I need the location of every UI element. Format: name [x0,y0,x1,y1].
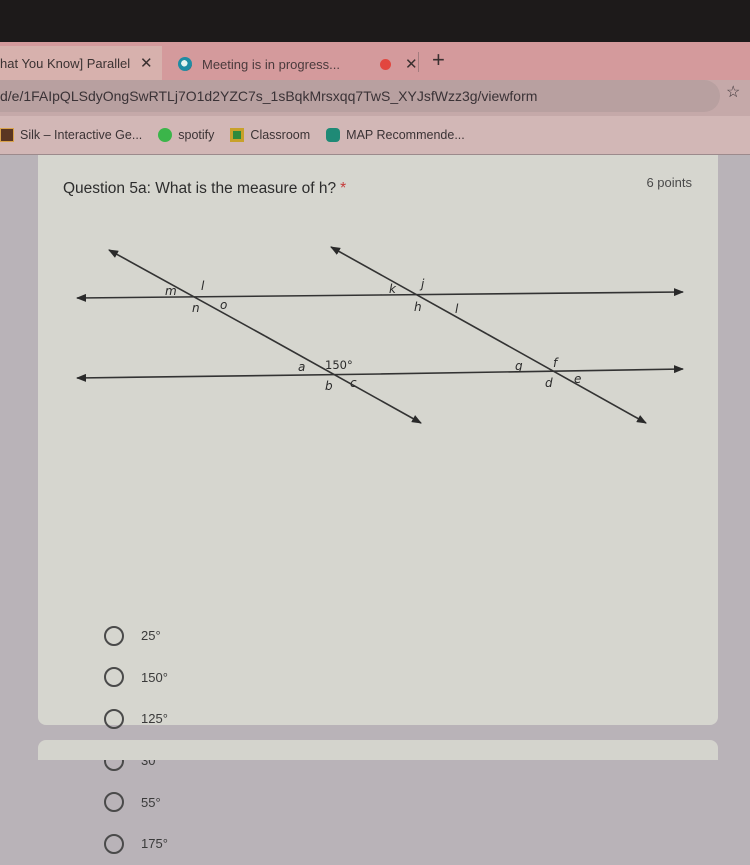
option-label: 25° [141,628,161,644]
bookmark-label: Silk – Interactive Ge... [20,128,143,142]
option-125[interactable]: 125° [104,698,168,740]
bookmark-label: MAP Recommende... [346,128,465,142]
option-label: 175° [141,836,168,852]
option-label: 125° [141,711,168,727]
next-question-card [38,740,718,760]
required-marker: * [340,180,347,197]
option-25[interactable]: 25° [104,615,168,657]
points-label: 6 points [646,175,692,190]
tab-label: Meeting is in progress... [202,56,341,72]
new-tab-button[interactable]: + [432,47,445,73]
spotify-icon [158,128,173,142]
silk-icon [0,128,14,142]
bookmarks-bar: Silk – Interactive Ge... spotify Classro… [0,116,750,155]
bookmark-spotify[interactable]: spotify [158,128,214,142]
close-icon[interactable]: ✕ [405,55,418,73]
option-175[interactable]: 175° [104,823,168,865]
bookmark-label: spotify [178,128,215,142]
tab-separator [418,52,419,72]
classroom-icon [230,128,245,142]
option-55[interactable]: 55° [104,781,168,823]
question-title: Question 5a: What is the measure of h? * [63,180,346,198]
option-label: 55° [141,794,161,810]
radio-button[interactable] [104,833,124,854]
bookmark-classroom[interactable]: Classroom [230,128,310,142]
question-card: Question 5a: What is the measure of h? * … [38,155,718,854]
radio-button[interactable] [104,708,124,729]
radio-button[interactable] [104,667,124,688]
radio-button[interactable] [104,792,124,813]
address-bar[interactable]: d/e/1FAIpQLSdyOngSwRTLj7O1d2YZC7s_1sBqkM… [0,80,720,112]
screen-bezel [0,0,750,42]
close-icon[interactable]: ✕ [140,54,153,72]
map-icon [326,128,341,142]
recording-icon [380,58,392,70]
tab-parallel-lines[interactable]: hat You Know] Parallel ✕ [0,46,162,80]
tab-meeting[interactable]: Meeting is in progress... ✕ [168,48,428,80]
meet-favicon-icon [178,57,192,71]
question-text: Question 5a: What is the measure of h? [63,180,337,197]
bookmark-silk[interactable]: Silk – Interactive Ge... [0,128,142,142]
tab-label: hat You Know] Parallel [0,55,130,71]
bookmark-star-icon[interactable]: ☆ [726,82,740,102]
option-150[interactable]: 150° [104,657,168,699]
radio-button[interactable] [104,625,124,646]
option-label: 150° [141,669,168,685]
bookmark-label: Classroom [250,128,311,142]
url-text: d/e/1FAIpQLSdyOngSwRTLj7O1d2YZC7s_1sBqkM… [0,88,538,104]
bookmark-map[interactable]: MAP Recommende... [326,128,465,142]
